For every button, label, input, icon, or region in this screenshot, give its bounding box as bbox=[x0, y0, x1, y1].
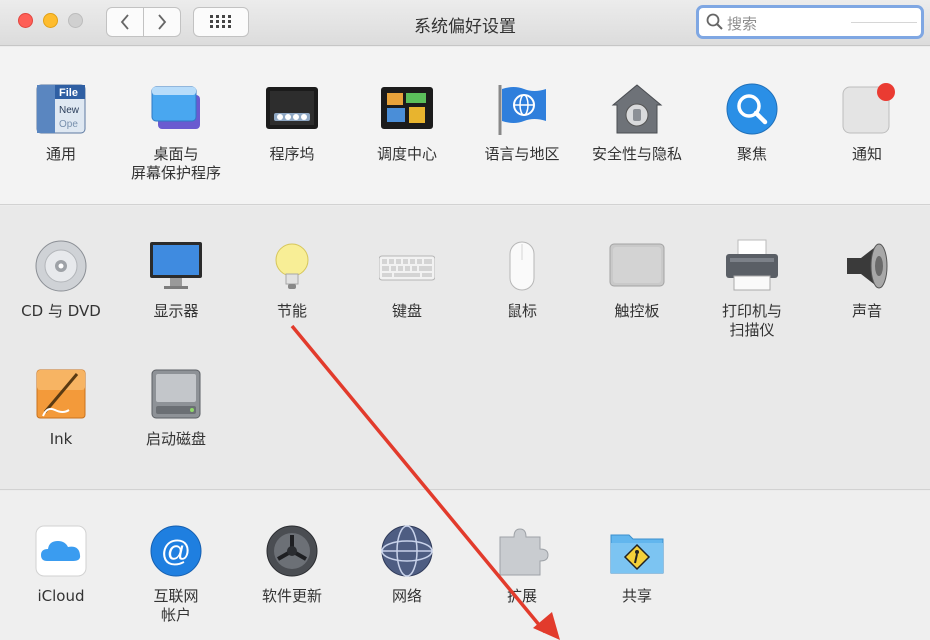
energy-saver-icon bbox=[264, 238, 320, 294]
pref-label: CD 与 DVD bbox=[21, 302, 101, 320]
pref-label: 启动磁盘 bbox=[145, 430, 206, 448]
pref-startup-disk[interactable]: 启动磁盘 bbox=[117, 366, 235, 449]
security-privacy-icon bbox=[609, 81, 665, 137]
network-icon bbox=[379, 523, 435, 579]
pref-label: 通用 bbox=[45, 145, 76, 163]
pref-spotlight[interactable]: 聚焦 bbox=[693, 81, 811, 164]
keyboard-icon bbox=[378, 238, 436, 294]
pref-label: 聚焦 bbox=[736, 145, 767, 163]
mouse-icon bbox=[494, 238, 550, 294]
pref-sound[interactable]: 声音 bbox=[808, 238, 926, 321]
pref-keyboard[interactable]: 键盘 bbox=[348, 238, 466, 321]
search-field[interactable]: 搜索 bbox=[696, 5, 924, 39]
pref-label: 声音 bbox=[851, 302, 882, 320]
sound-icon bbox=[839, 238, 895, 294]
pref-displays[interactable]: 显示器 bbox=[117, 238, 235, 321]
spotlight-icon bbox=[724, 81, 780, 137]
notifications-icon bbox=[839, 81, 895, 137]
startup-disk-icon bbox=[148, 366, 204, 422]
pref-label: 互联网 帐户 bbox=[153, 587, 199, 624]
trackpad-icon bbox=[609, 238, 665, 294]
dock-icon bbox=[264, 81, 320, 137]
pref-label: iCloud bbox=[37, 587, 85, 605]
pref-extensions[interactable]: 扩展 bbox=[463, 523, 581, 606]
pref-cd-dvd[interactable]: CD 与 DVD bbox=[2, 238, 120, 321]
pref-label: 安全性与隐私 bbox=[591, 145, 682, 163]
pref-label: 扩展 bbox=[506, 587, 537, 605]
pref-network[interactable]: 网络 bbox=[348, 523, 466, 606]
pref-label: 程序坞 bbox=[269, 145, 315, 163]
internet-prefs-section: iCloud @ 互联网 帐户 软件更新 网络 扩展 共享 bbox=[0, 491, 930, 640]
pref-general[interactable]: File New Ope 通用 bbox=[2, 81, 120, 164]
pref-notifications[interactable]: 通知 bbox=[808, 81, 926, 164]
printers-scanners-icon bbox=[724, 238, 780, 294]
internet-accounts-icon: @ bbox=[148, 523, 204, 579]
pref-label: 键盘 bbox=[391, 302, 422, 320]
svg-text:@: @ bbox=[161, 535, 191, 568]
pref-label: 打印机与 扫描仪 bbox=[721, 302, 782, 339]
pref-security-privacy[interactable]: 安全性与隐私 bbox=[578, 81, 696, 164]
search-placeholder: 搜索 bbox=[727, 15, 758, 33]
software-update-icon bbox=[264, 523, 320, 579]
pref-ink[interactable]: Ink bbox=[2, 366, 120, 449]
desktop-screensaver-icon bbox=[148, 81, 204, 137]
pref-mouse[interactable]: 鼠标 bbox=[463, 238, 581, 321]
pref-label: 网络 bbox=[391, 587, 422, 605]
pref-label: 通知 bbox=[851, 145, 882, 163]
pref-label: 桌面与 屏幕保护程序 bbox=[130, 145, 221, 182]
svg-text:New: New bbox=[59, 105, 80, 116]
pref-trackpad[interactable]: 触控板 bbox=[578, 238, 696, 321]
pref-label: 节能 bbox=[276, 302, 307, 320]
general-icon: File New Ope bbox=[33, 81, 89, 137]
cd-dvd-icon bbox=[33, 238, 89, 294]
pref-dock[interactable]: 程序坞 bbox=[233, 81, 351, 164]
pref-printers-scanners[interactable]: 打印机与 扫描仪 bbox=[693, 238, 811, 340]
pref-label: 调度中心 bbox=[376, 145, 437, 163]
pref-label: 触控板 bbox=[614, 302, 660, 320]
svg-text:Ope: Ope bbox=[59, 119, 78, 130]
sharing-icon bbox=[609, 523, 665, 579]
pref-label: 共享 bbox=[621, 587, 652, 605]
pref-energy-saver[interactable]: 节能 bbox=[233, 238, 351, 321]
pref-label: 软件更新 bbox=[261, 587, 322, 605]
mission-control-icon bbox=[379, 81, 435, 137]
pref-internet-accounts[interactable]: @ 互联网 帐户 bbox=[117, 523, 235, 625]
pref-label: 语言与地区 bbox=[484, 145, 560, 163]
search-icon bbox=[706, 13, 723, 30]
title-bar: 系统偏好设置 搜索 bbox=[0, 0, 930, 46]
extensions-icon bbox=[494, 523, 550, 579]
displays-icon bbox=[148, 238, 204, 294]
pref-label: 鼠标 bbox=[506, 302, 537, 320]
pref-label: 显示器 bbox=[153, 302, 199, 320]
icloud-icon bbox=[33, 523, 89, 579]
pref-sharing[interactable]: 共享 bbox=[578, 523, 696, 606]
pref-label: Ink bbox=[49, 430, 73, 448]
pref-software-update[interactable]: 软件更新 bbox=[233, 523, 351, 606]
pref-desktop-screensaver[interactable]: 桌面与 屏幕保护程序 bbox=[117, 81, 235, 183]
pref-language-region[interactable]: 语言与地区 bbox=[463, 81, 581, 164]
language-region-icon bbox=[494, 81, 550, 137]
hardware-prefs-section: CD 与 DVD 显示器 节能 键盘 鼠标 触控板 打印机与 扫描仪 声音 In… bbox=[0, 206, 930, 490]
svg-text:File: File bbox=[59, 87, 78, 99]
personal-prefs-section: File New Ope 通用 桌面与 屏幕保护程序 程序坞 调度中心 语言与地… bbox=[0, 47, 930, 205]
pref-mission-control[interactable]: 调度中心 bbox=[348, 81, 466, 164]
ink-icon bbox=[33, 366, 89, 422]
pref-icloud[interactable]: iCloud bbox=[2, 523, 120, 606]
